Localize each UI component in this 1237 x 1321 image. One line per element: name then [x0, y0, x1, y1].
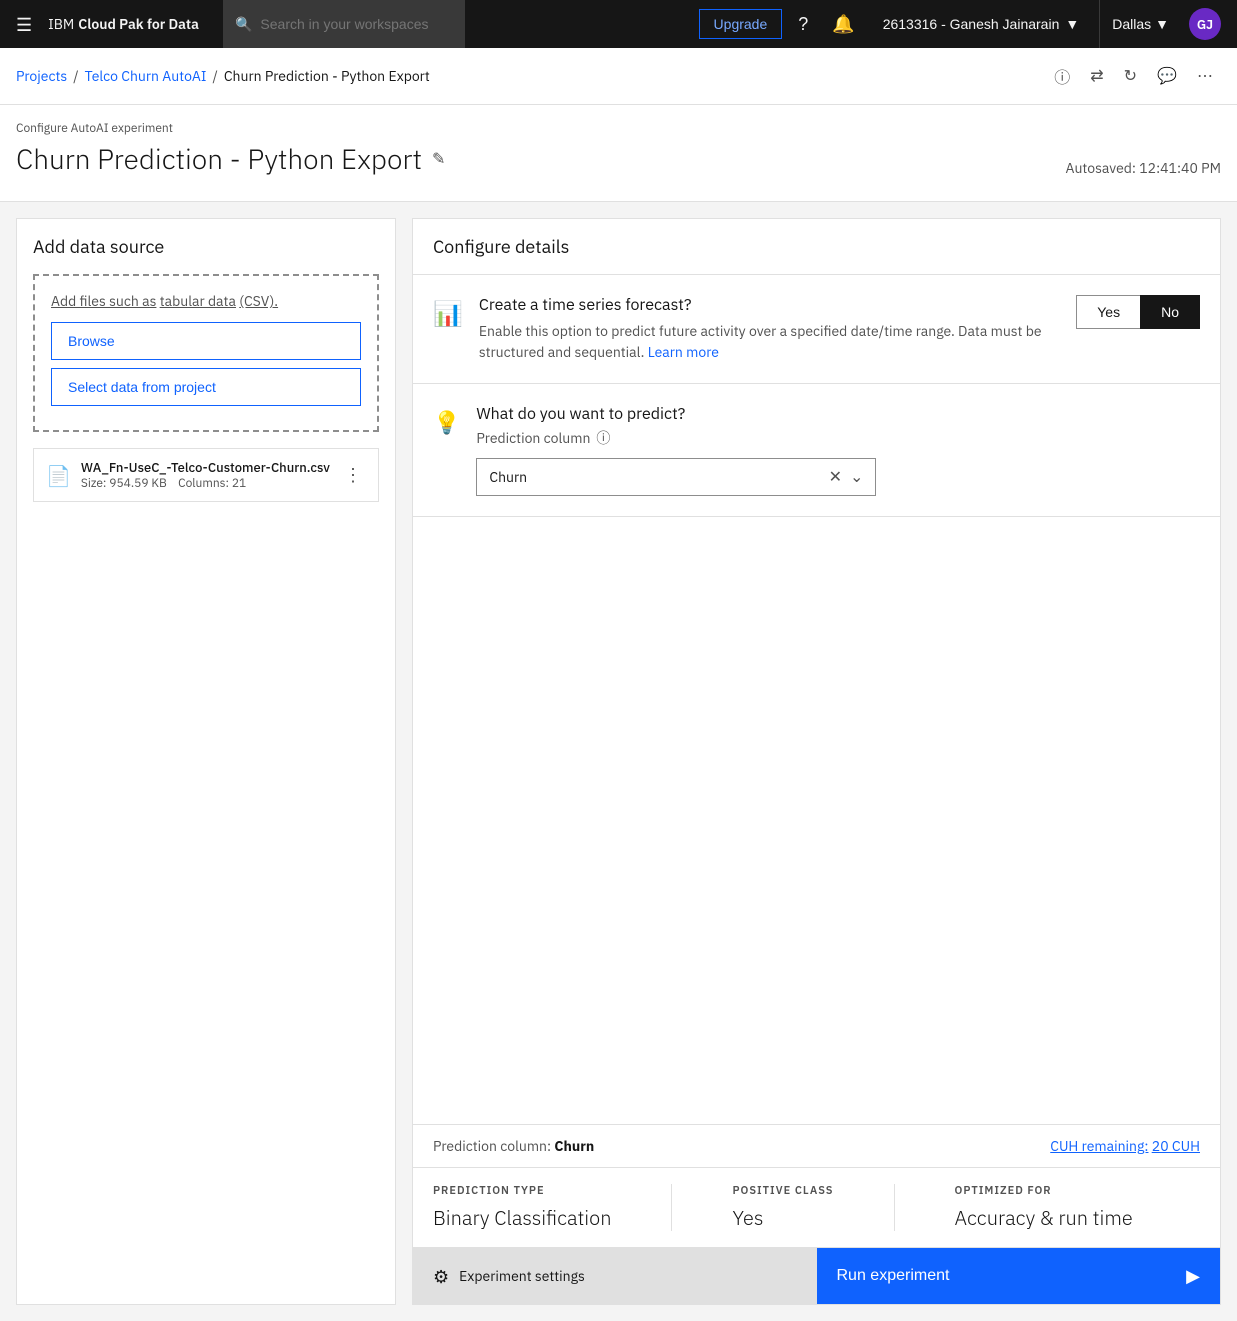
file-size: Size: 954.59 KB [81, 476, 167, 491]
prediction-dropdown[interactable]: Churn ✕ ⌄ [476, 458, 876, 496]
status-prediction-label: Prediction column: Churn [433, 1137, 594, 1155]
help-icon[interactable]: ? [790, 6, 816, 43]
right-panel: Configure details 📊 Create a time series… [412, 218, 1221, 1305]
info-icon[interactable]: ⓘ [1046, 60, 1078, 92]
optimized-section: OPTIMIZED FOR Accuracy & run time [955, 1184, 1133, 1231]
pred-type-value: Binary Classification [433, 1204, 611, 1231]
file-item: 📄 WA_Fn-UseC_-Telco-Customer-Churn.csv S… [33, 448, 379, 502]
pred-type-divider [671, 1184, 672, 1231]
drop-zone: Add files such as tabular data (CSV). Br… [33, 274, 379, 432]
prediction-section: 💡 What do you want to predict? Predictio… [413, 384, 1220, 517]
brand-ibm: IBM [48, 15, 74, 33]
more-icon[interactable]: ⋯ [1189, 60, 1221, 92]
cuh-value-link[interactable]: 20 CUH [1152, 1137, 1200, 1155]
search-input[interactable] [260, 16, 452, 32]
file-name: WA_Fn-UseC_-Telco-Customer-Churn.csv [81, 459, 340, 476]
file-columns: Columns: 21 [178, 476, 246, 491]
prediction-dropdown-value: Churn [489, 468, 828, 486]
drop-text-after: (CSV). [239, 292, 278, 310]
settings-label: Experiment settings [459, 1267, 585, 1285]
experiment-settings-button[interactable]: ⚙ Experiment settings [413, 1248, 817, 1304]
edit-icon[interactable]: ✎ [432, 149, 445, 169]
status-cuh: CUH remaining: 20 CUH [1050, 1137, 1200, 1155]
prediction-content: What do you want to predict? Prediction … [476, 404, 1200, 496]
breadcrumb-actions: ⓘ ⇄ ↻ 💬 ⋯ [1046, 60, 1221, 92]
pos-class-value: Yes [732, 1204, 833, 1231]
breadcrumb-sep-1: / [67, 67, 84, 85]
drop-text-before: Add files such as [51, 292, 156, 310]
configure-details-header: Configure details [413, 219, 1220, 275]
run-label: Run experiment [837, 1267, 950, 1285]
chevron-down-icon: ▼ [1065, 16, 1079, 32]
time-series-title: Create a time series forecast? [479, 295, 1060, 315]
breadcrumb-current: Churn Prediction - Python Export [224, 67, 430, 85]
file-menu-button[interactable]: ⋮ [340, 461, 366, 490]
tabular-data-link[interactable]: tabular data [160, 292, 236, 310]
search-icon: 🔍 [235, 15, 252, 33]
file-meta: Size: 954.59 KB Columns: 21 [81, 476, 340, 491]
no-button[interactable]: No [1140, 295, 1200, 329]
location-button[interactable]: Dallas ▼ [1099, 0, 1181, 48]
time-series-content: Create a time series forecast? Enable th… [479, 295, 1060, 363]
info-circle-icon[interactable]: ⓘ [596, 428, 610, 448]
file-icon: 📄 [46, 462, 71, 489]
avatar[interactable]: GJ [1189, 8, 1221, 40]
prediction-title: What do you want to predict? [476, 404, 1200, 424]
breadcrumb-projects[interactable]: Projects [16, 67, 67, 85]
lightbulb-icon: 💡 [433, 408, 460, 437]
chevron-down-icon: ▼ [1155, 16, 1169, 32]
time-series-desc: Enable this option to predict future act… [479, 321, 1060, 363]
optimized-value: Accuracy & run time [955, 1204, 1133, 1231]
page-header: Configure AutoAI experiment Churn Predic… [0, 105, 1237, 202]
pred-type-divider-2 [894, 1184, 895, 1231]
autosave-status: Autosaved: 12:41:40 PM [1065, 159, 1221, 177]
time-series-icon: 📊 [433, 297, 463, 329]
footer-bar: ⚙ Experiment settings Run experiment ▶ [413, 1247, 1220, 1304]
left-panel-title: Add data source [33, 235, 379, 258]
learn-more-link[interactable]: Learn more [648, 343, 719, 361]
user-name: 2613316 - Ganesh Jainarain [883, 16, 1060, 32]
file-info: WA_Fn-UseC_-Telco-Customer-Churn.csv Siz… [81, 459, 340, 491]
optimized-label: OPTIMIZED FOR [955, 1184, 1133, 1198]
run-arrow-icon: ▶ [1186, 1266, 1200, 1287]
menu-icon[interactable]: ☰ [16, 13, 32, 36]
prediction-column-label: Prediction column [476, 429, 590, 447]
notifications-icon[interactable]: 🔔 [824, 6, 862, 43]
share-icon[interactable]: ⇄ [1082, 60, 1111, 92]
pos-class-label: POSITIVE CLASS [732, 1184, 833, 1198]
configure-spacer [413, 517, 1220, 1124]
breadcrumb: Projects / Telco Churn AutoAI / Churn Pr… [0, 48, 1237, 105]
status-bar: Prediction column: Churn CUH remaining: … [413, 1124, 1220, 1167]
settings-icon: ⚙ [433, 1265, 449, 1288]
prediction-type-bar: PREDICTION TYPE Binary Classification PO… [413, 1167, 1220, 1247]
user-menu-button[interactable]: 2613316 - Ganesh Jainarain ▼ [871, 0, 1092, 48]
yes-button[interactable]: Yes [1076, 295, 1140, 329]
top-navigation: ☰ IBM Cloud Pak for Data 🔍 Upgrade ? 🔔 2… [0, 0, 1237, 48]
page-sub-label: Configure AutoAI experiment [16, 121, 1221, 136]
yes-no-group: Yes No [1076, 295, 1200, 329]
location-label: Dallas [1112, 16, 1151, 32]
select-project-button[interactable]: Select data from project [51, 368, 361, 406]
pred-type-section: PREDICTION TYPE Binary Classification [433, 1184, 611, 1231]
brand: IBM Cloud Pak for Data [48, 15, 199, 33]
pos-class-section: POSITIVE CLASS Yes [732, 1184, 833, 1231]
time-series-section: 📊 Create a time series forecast? Enable … [413, 275, 1220, 384]
left-panel: Add data source Add files such as tabula… [16, 218, 396, 1305]
prediction-label-row: Prediction column ⓘ [476, 428, 1200, 448]
main-content: Add data source Add files such as tabula… [0, 202, 1237, 1321]
search-bar[interactable]: 🔍 [223, 0, 465, 48]
brand-product: Cloud Pak for Data [78, 15, 199, 33]
history-icon[interactable]: ↻ [1116, 60, 1145, 92]
upgrade-button[interactable]: Upgrade [699, 9, 783, 39]
browse-button[interactable]: Browse [51, 322, 361, 360]
page-title: Churn Prediction - Python Export [16, 140, 422, 177]
breadcrumb-telco[interactable]: Telco Churn AutoAI [85, 67, 207, 85]
run-experiment-button[interactable]: Run experiment ▶ [817, 1248, 1221, 1304]
breadcrumb-sep-2: / [206, 67, 223, 85]
pred-type-label: PREDICTION TYPE [433, 1184, 611, 1198]
clear-icon[interactable]: ✕ [829, 467, 842, 487]
drop-zone-text: Add files such as tabular data (CSV). [51, 292, 361, 310]
comment-icon[interactable]: 💬 [1149, 60, 1185, 92]
chevron-down-icon[interactable]: ⌄ [850, 467, 863, 487]
